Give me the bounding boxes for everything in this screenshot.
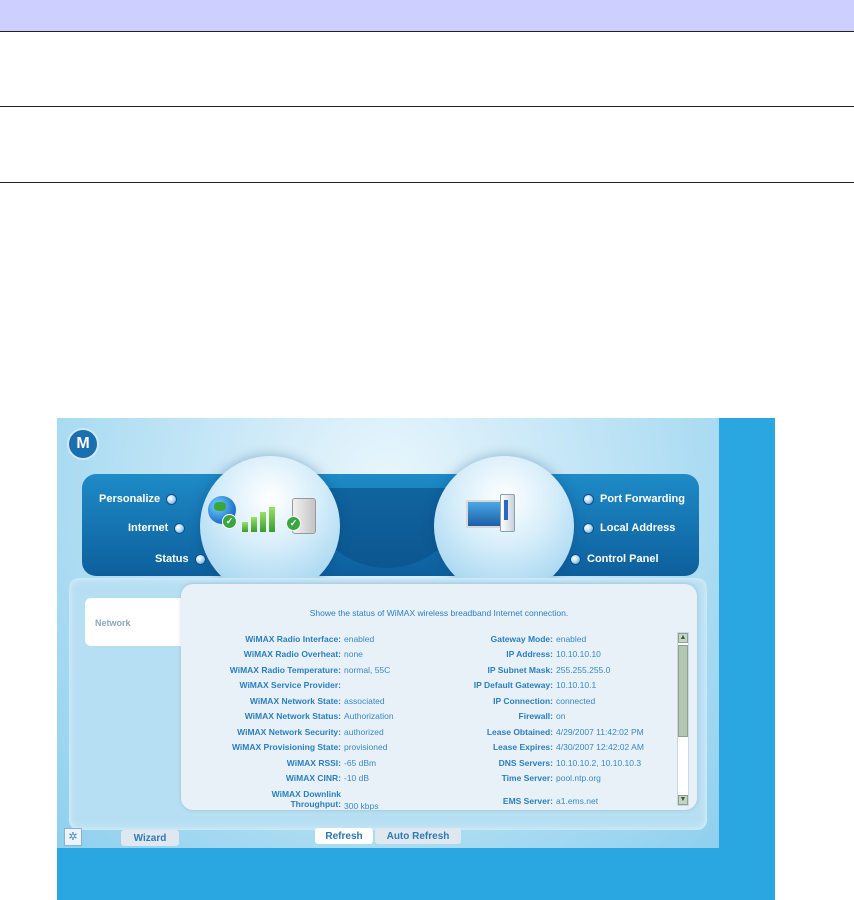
status-bubble: ✓ ✓ bbox=[200, 456, 340, 596]
scroll-down-icon[interactable]: ▼ bbox=[678, 795, 688, 805]
table-header-row bbox=[0, 0, 854, 32]
status-label: WiMAX Radio Overheat: bbox=[243, 649, 341, 659]
status-value: 10.10.10.10 bbox=[556, 649, 601, 659]
scroll-up-icon[interactable]: ▲ bbox=[678, 633, 688, 643]
status-label: WiMAX Downlink Throughput: bbox=[271, 789, 341, 809]
status-row: WiMAX Service Provider: IP Default Gatew… bbox=[181, 680, 671, 695]
nav-port-forwarding-label: Port Forwarding bbox=[600, 493, 685, 505]
status-panel: Showe the status of WiMAX wireless bread… bbox=[181, 584, 697, 810]
status-value: a1.ems.net bbox=[556, 796, 599, 806]
nav-port-forwarding[interactable]: Port Forwarding bbox=[583, 493, 685, 505]
router-status-screen: M ✓ ✓ Personalize Internet Status Port F… bbox=[57, 418, 775, 900]
check-icon: ✓ bbox=[222, 514, 237, 529]
status-row: WiMAX RSSI: -65 dBm DNS Servers: 10.10.1… bbox=[181, 758, 671, 773]
check-icon: ✓ bbox=[286, 516, 301, 531]
status-label: Firewall: bbox=[518, 711, 553, 721]
status-value: connected bbox=[556, 696, 596, 706]
table-row bbox=[0, 32, 854, 107]
status-label: WiMAX Network State: bbox=[249, 696, 341, 706]
status-label: WiMAX Network Status: bbox=[244, 711, 341, 721]
computer-bubble bbox=[434, 456, 574, 596]
status-value: 10.10.10.1 bbox=[556, 680, 597, 690]
radio-dot-icon bbox=[583, 522, 594, 534]
status-label: IP Address: bbox=[506, 649, 553, 659]
nav-personalize-label: Personalize bbox=[99, 493, 161, 505]
radio-dot-icon bbox=[570, 553, 581, 565]
radio-dot-icon bbox=[174, 522, 186, 534]
sidebar-item-network[interactable]: Network bbox=[85, 598, 185, 646]
computer-monitor-icon bbox=[466, 500, 502, 528]
status-label: IP Connection: bbox=[493, 696, 553, 706]
nav-personalize[interactable]: Personalize bbox=[99, 493, 178, 505]
status-value: 10.10.10.2, 10.10.10.3 bbox=[556, 758, 642, 768]
status-value: on bbox=[556, 711, 566, 721]
nav-status[interactable]: Status bbox=[155, 553, 206, 565]
computer-tower-stripe bbox=[504, 500, 508, 520]
sidebar-item-label: Network bbox=[95, 618, 131, 628]
wizard-button[interactable]: Wizard bbox=[121, 830, 179, 846]
motorola-logo-icon: M bbox=[67, 428, 99, 460]
status-row: WiMAX Radio Interface: enabled Gateway M… bbox=[181, 634, 671, 649]
status-row: WiMAX Radio Temperature: normal, 55C IP … bbox=[181, 665, 671, 680]
radio-dot-icon bbox=[583, 493, 594, 505]
bottom-toolbar: ✲ Wizard Refresh Auto Refresh bbox=[57, 824, 719, 848]
status-label: EMS Server: bbox=[502, 796, 553, 806]
status-value: enabled bbox=[556, 634, 587, 644]
status-label: Gateway Mode: bbox=[490, 634, 553, 644]
refresh-button[interactable]: Refresh bbox=[315, 828, 373, 844]
status-value: pool.ntp.org bbox=[556, 773, 601, 783]
status-row: WiMAX Provisioning State: provisioned Le… bbox=[181, 742, 671, 757]
status-label: WiMAX Radio Interface: bbox=[245, 634, 341, 644]
snowflake-icon[interactable]: ✲ bbox=[64, 828, 82, 846]
nav-local-address[interactable]: Local Address bbox=[583, 522, 675, 534]
table-row bbox=[0, 107, 854, 183]
status-label: DNS Servers: bbox=[498, 758, 553, 768]
status-label: WiMAX CINR: bbox=[285, 773, 341, 783]
status-label: WiMAX RSSI: bbox=[286, 758, 341, 768]
status-row: WiMAX Downlink Throughput: 300 kbps EMS … bbox=[181, 789, 671, 810]
status-label: WiMAX Radio Temperature: bbox=[229, 665, 341, 675]
nav-control-panel-label: Control Panel bbox=[587, 553, 659, 565]
radio-dot-icon bbox=[194, 553, 206, 565]
status-value: 4/30/2007 12:42:02 AM bbox=[556, 742, 644, 752]
panel-description: Showe the status of WiMAX wireless bread… bbox=[309, 608, 569, 618]
nav-internet-label: Internet bbox=[128, 522, 169, 534]
status-label: Time Server: bbox=[501, 773, 553, 783]
status-row: WiMAX Network State: associated IP Conne… bbox=[181, 696, 671, 711]
status-label: Lease Obtained: bbox=[486, 727, 553, 737]
status-value: 255.255.255.0 bbox=[556, 665, 611, 675]
auto-refresh-button[interactable]: Auto Refresh bbox=[375, 828, 461, 844]
status-scrollbar[interactable]: ▲ ▼ bbox=[677, 632, 689, 806]
status-row: WiMAX CINR: -10 dB Time Server: pool.ntp… bbox=[181, 773, 671, 788]
status-row: WiMAX Network Security: authorized Lease… bbox=[181, 727, 671, 742]
status-value: 4/29/2007 11:42:02 PM bbox=[556, 727, 644, 737]
status-label: WiMAX Network Security: bbox=[237, 727, 341, 737]
nav-internet[interactable]: Internet bbox=[128, 522, 186, 534]
status-row: WiMAX Radio Overheat: none IP Address: 1… bbox=[181, 649, 671, 664]
radio-dot-icon bbox=[166, 493, 178, 505]
signal-bars-icon bbox=[242, 504, 290, 532]
status-label: WiMAX Service Provider: bbox=[239, 680, 342, 690]
status-label: IP Default Gateway: bbox=[473, 680, 553, 690]
status-label: Lease Expires: bbox=[492, 742, 553, 752]
nav-status-label: Status bbox=[155, 553, 189, 565]
content-area: Network Showe the status of WiMAX wirele… bbox=[69, 578, 707, 830]
scroll-thumb[interactable] bbox=[678, 645, 688, 737]
nav-control-panel[interactable]: Control Panel bbox=[570, 553, 659, 565]
status-row: WiMAX Network Status: Authorization Fire… bbox=[181, 711, 671, 726]
status-label: WiMAX Provisioning State: bbox=[231, 742, 341, 752]
nav-local-address-label: Local Address bbox=[600, 522, 676, 534]
status-label: IP Subnet Mask: bbox=[487, 665, 554, 675]
